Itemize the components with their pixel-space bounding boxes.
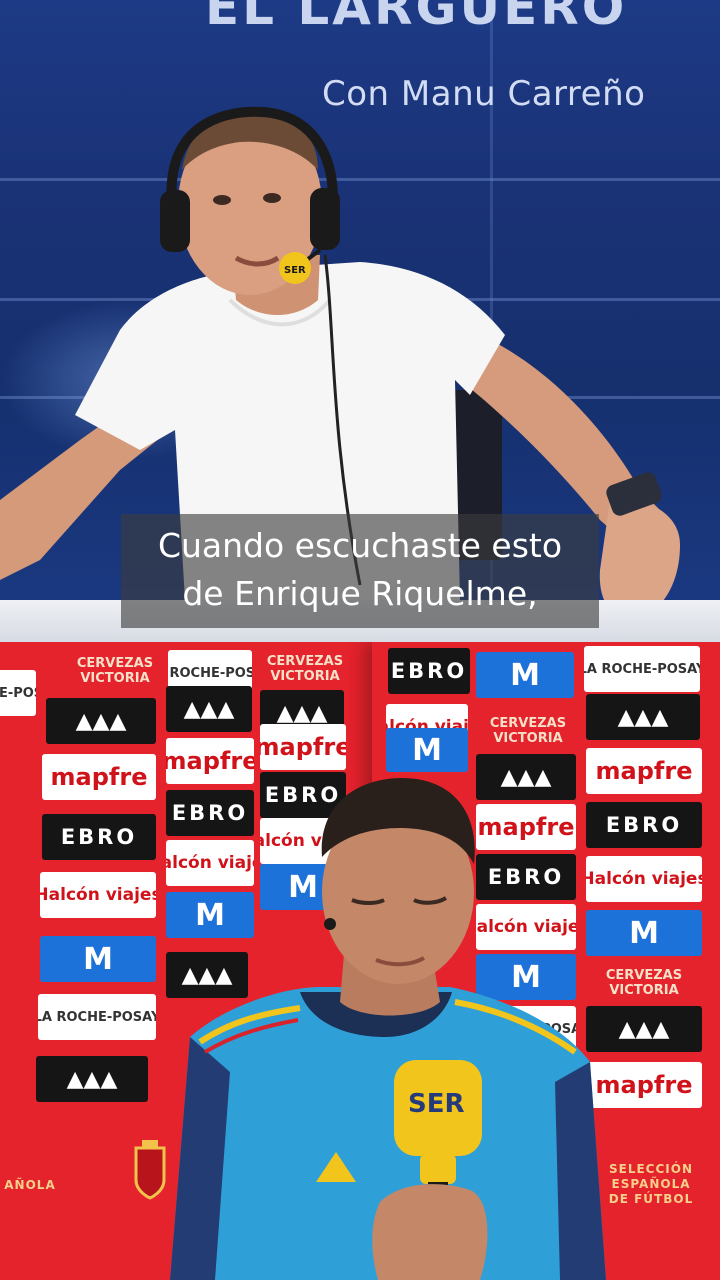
caption-line-2: de Enrique Riquelme, [182, 574, 538, 613]
earpiece [324, 918, 336, 930]
video-frame: EL LARGUERO Con Manu Carreño SER Cuando … [0, 0, 720, 1280]
player-hand [372, 1184, 488, 1280]
headphones-right-cup [310, 188, 340, 250]
headphones-left-cup [160, 190, 190, 252]
player-figure: SER [170, 778, 606, 1280]
caption-line-1: Cuando escuchaste esto [157, 526, 563, 565]
subtitle-caption: Cuando escuchaste esto de Enrique Riquel… [121, 514, 599, 628]
press-room-scene: LA ROCHE-POSAY CERVEZASVICTORIA LA ROCHE… [0, 642, 720, 1280]
host-mic-logo: SER [284, 265, 306, 276]
interview-mic-logo: SER [408, 1089, 465, 1119]
